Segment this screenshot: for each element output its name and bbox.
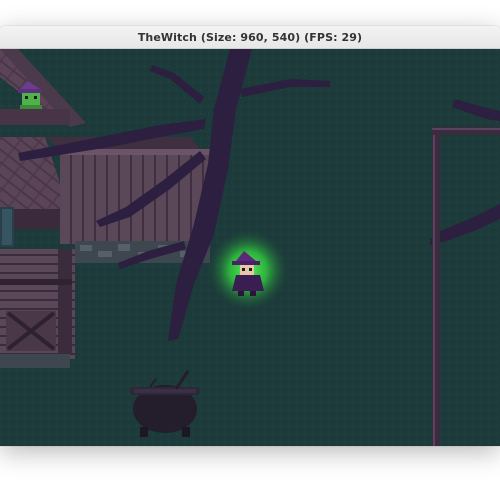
game-viewport[interactable] bbox=[0, 49, 500, 446]
window-title: TheWitch (Size: 960, 540) (FPS: 29) bbox=[137, 30, 363, 44]
title-bar[interactable]: TheWitch (Size: 960, 540) (FPS: 29) bbox=[0, 26, 500, 49]
witch-player[interactable] bbox=[206, 228, 290, 312]
game-scene bbox=[0, 49, 500, 446]
app-window: TheWitch (Size: 960, 540) (FPS: 29) bbox=[0, 26, 500, 446]
